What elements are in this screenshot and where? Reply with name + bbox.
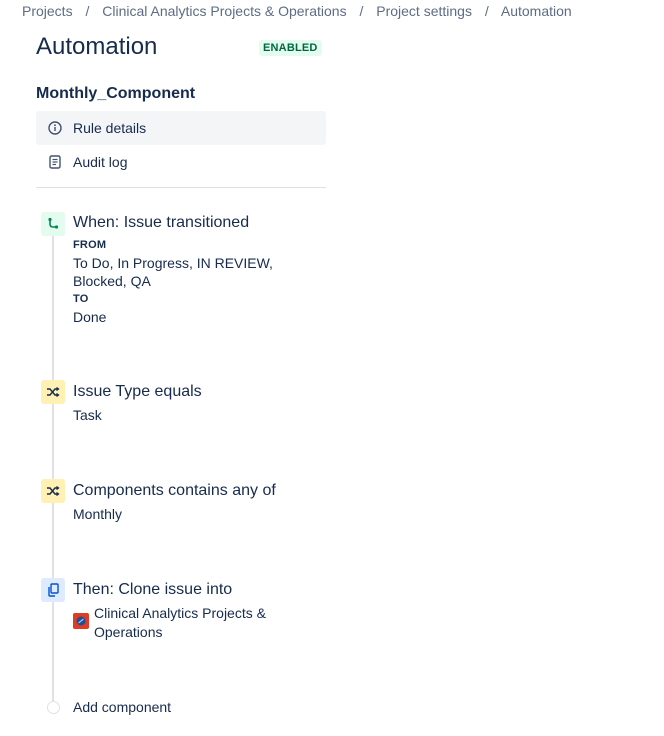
add-component-button[interactable]: Add component: [73, 699, 171, 715]
shuffle-icon: [41, 479, 65, 503]
breadcrumb-project[interactable]: Clinical Analytics Projects & Operations: [102, 3, 346, 19]
project-avatar-icon: [73, 613, 89, 629]
breadcrumb-automation[interactable]: Automation: [501, 3, 572, 19]
document-icon: [36, 155, 73, 169]
action-clone-title[interactable]: Then: Clone issue into: [73, 581, 232, 599]
condition-issue-type-value: Task: [73, 407, 102, 423]
nav-rule-details[interactable]: Rule details: [36, 111, 326, 145]
trigger-to-value: Done: [73, 309, 107, 325]
nav-rule-details-label: Rule details: [73, 120, 147, 136]
trigger-from-label: FROM: [73, 239, 107, 251]
breadcrumb-separator: /: [85, 3, 90, 19]
page-title: Automation: [36, 33, 158, 60]
nav-audit-log-label: Audit log: [73, 154, 128, 170]
status-badge: ENABLED: [259, 40, 322, 56]
condition-components-title[interactable]: Components contains any of: [73, 482, 276, 500]
breadcrumb: Projects / Clinical Analytics Projects &…: [22, 3, 572, 19]
breadcrumb-separator: /: [359, 3, 364, 19]
breadcrumb-separator: /: [484, 3, 489, 19]
trigger-to-label: TO: [73, 293, 89, 305]
nav-audit-log[interactable]: Audit log: [36, 145, 326, 179]
trigger-title[interactable]: When: Issue transitioned: [73, 214, 249, 232]
condition-components-value: Monthly: [73, 506, 123, 522]
breadcrumb-projects[interactable]: Projects: [22, 3, 73, 19]
add-component-dot-icon: [47, 701, 60, 714]
copy-icon: [41, 578, 65, 602]
shuffle-icon: [41, 380, 65, 404]
info-icon: [36, 121, 73, 135]
condition-issue-type-title[interactable]: Issue Type equals: [73, 383, 202, 401]
action-target-project: Clinical Analytics Projects & Operations: [94, 605, 266, 640]
divider: [36, 187, 326, 188]
trigger-from-value: To Do, In Progress, IN REVIEW, Blocked, …: [73, 255, 273, 289]
rule-name: Monthly_Component: [36, 85, 196, 102]
rule-timeline: [52, 232, 54, 704]
breadcrumb-project-settings[interactable]: Project settings: [376, 3, 472, 19]
branch-icon: [41, 212, 65, 236]
